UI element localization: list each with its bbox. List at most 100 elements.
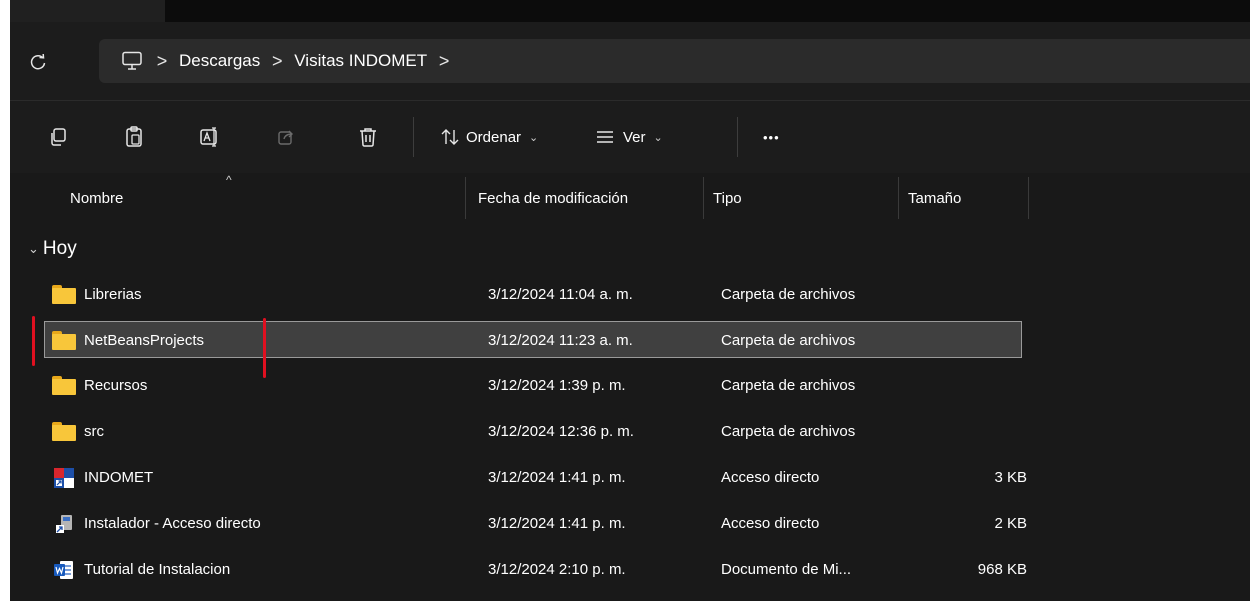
list-item[interactable]: Tutorial de Instalacion 3/12/2024 2:10 p… [44, 551, 1027, 588]
breadcrumb: > Descargas > Visitas INDOMET > [99, 39, 461, 83]
list-item[interactable]: src 3/12/2024 12:36 p. m. Carpeta de arc… [44, 413, 1022, 450]
file-date: 3/12/2024 12:36 p. m. [488, 423, 634, 440]
folder-icon [52, 422, 76, 442]
file-explorer-window: > Descargas > Visitas INDOMET > Ordenar … [10, 0, 1250, 601]
list-view-icon [597, 131, 613, 143]
file-date: 3/12/2024 2:10 p. m. [488, 561, 626, 578]
file-date: 3/12/2024 1:41 p. m. [488, 515, 626, 532]
column-header-row: ^ Nombre Fecha de modificación Tipo Tama… [10, 173, 1250, 229]
column-separator[interactable] [703, 177, 704, 219]
toolbar-divider [413, 117, 414, 157]
paste-button[interactable] [120, 123, 148, 151]
file-date: 3/12/2024 1:39 p. m. [488, 377, 626, 394]
refresh-icon [30, 53, 46, 70]
view-label: Ver [623, 128, 646, 146]
file-name: Librerias [84, 286, 142, 303]
list-item[interactable]: INDOMET 3/12/2024 1:41 p. m. Acceso dire… [44, 459, 1027, 496]
file-name: Recursos [84, 377, 148, 394]
list-item[interactable]: Instalador - Acceso directo 3/12/2024 1:… [44, 505, 1027, 542]
shortcut-app-icon [52, 467, 76, 488]
file-size [924, 276, 1027, 313]
file-name-cell: Tutorial de Instalacion [52, 551, 230, 588]
list-item-selected[interactable]: NetBeansProjects 3/12/2024 11:23 a. m. C… [44, 321, 1022, 358]
command-bar: Ordenar ⌄ Ver ⌄ ••• [10, 101, 1250, 173]
file-date: 3/12/2024 11:04 a. m. [488, 286, 633, 303]
delete-button[interactable] [354, 123, 382, 151]
breadcrumb-visitas-indomet[interactable]: Visitas INDOMET [294, 51, 427, 71]
copy-icon [51, 128, 66, 146]
this-pc-crumb[interactable] [119, 49, 145, 73]
rename-button[interactable] [196, 123, 224, 151]
paste-icon [126, 126, 142, 147]
chevron-down-icon: ⌄ [653, 131, 663, 144]
view-button[interactable]: Ver ⌄ [595, 121, 663, 153]
file-name-cell: Instalador - Acceso directo [52, 505, 261, 542]
title-strip [10, 0, 1250, 22]
file-name: Tutorial de Instalacion [84, 561, 231, 578]
copy-button[interactable] [44, 123, 72, 151]
more-options-button[interactable]: ••• [763, 121, 780, 153]
sort-arrows-icon [441, 129, 459, 145]
column-separator[interactable] [898, 177, 899, 219]
column-header-name[interactable]: Nombre [70, 173, 123, 223]
sort-button[interactable]: Ordenar ⌄ [440, 121, 538, 153]
breadcrumb-separator[interactable]: > [260, 51, 294, 72]
share-button[interactable] [272, 123, 300, 151]
column-header-type[interactable]: Tipo [713, 173, 742, 223]
group-header-today[interactable]: ⌄ Hoy [28, 234, 77, 264]
toolbar-divider [737, 117, 738, 157]
address-bar[interactable]: > Descargas > Visitas INDOMET > [99, 39, 1250, 83]
share-icon [278, 130, 293, 145]
word-document-icon [52, 560, 76, 580]
file-size [924, 367, 1027, 404]
breadcrumb-separator[interactable]: > [427, 51, 461, 72]
breadcrumb-descargas[interactable]: Descargas [179, 51, 260, 71]
installer-shortcut-icon [52, 514, 76, 534]
list-item[interactable]: Librerias 3/12/2024 11:04 a. m. Carpeta … [44, 276, 1022, 313]
file-type: Carpeta de archivos [721, 332, 856, 349]
file-size: 2 KB [994, 515, 1027, 532]
file-type: Carpeta de archivos [721, 286, 856, 303]
file-size [925, 322, 1028, 359]
annotation-mark-left [32, 316, 35, 366]
column-header-date[interactable]: Fecha de modificación [478, 173, 628, 223]
breadcrumb-separator[interactable]: > [145, 51, 179, 72]
trash-icon [360, 128, 376, 147]
refresh-button[interactable] [26, 50, 50, 74]
file-name-cell: NetBeansProjects [52, 322, 204, 359]
file-size [924, 413, 1027, 450]
folder-icon [52, 376, 76, 396]
folder-icon [52, 331, 76, 351]
file-name-cell: Recursos [52, 367, 147, 404]
rename-icon [200, 127, 217, 147]
file-name-cell: src [52, 413, 104, 450]
file-name: INDOMET [84, 469, 154, 486]
file-type: Documento de Mi... [721, 561, 852, 578]
column-separator[interactable] [465, 177, 466, 219]
chevron-down-icon: ⌄ [28, 241, 39, 256]
file-type: Carpeta de archivos [721, 377, 856, 394]
file-name: src [84, 423, 104, 440]
file-type: Acceso directo [721, 515, 820, 532]
navigation-row: > Descargas > Visitas INDOMET > [10, 22, 1250, 101]
column-separator[interactable] [1028, 177, 1029, 219]
sort-label: Ordenar [466, 128, 522, 146]
file-date: 3/12/2024 11:23 a. m. [488, 332, 633, 349]
chevron-down-icon: ⌄ [529, 131, 539, 144]
file-size: 968 KB [977, 561, 1027, 578]
file-name-cell: Librerias [52, 276, 142, 313]
column-header-size[interactable]: Tamaño [908, 173, 961, 223]
file-name-cell: INDOMET [52, 459, 153, 496]
group-label: Hoy [42, 238, 77, 259]
file-name: Instalador - Acceso directo [84, 515, 261, 532]
file-name: NetBeansProjects [84, 332, 205, 349]
file-type: Carpeta de archivos [721, 423, 856, 440]
tab-strip [165, 0, 1250, 22]
monitor-icon [122, 51, 142, 70]
annotation-mark-right [263, 318, 266, 378]
file-type: Acceso directo [721, 469, 820, 486]
list-item[interactable]: Recursos 3/12/2024 1:39 p. m. Carpeta de… [44, 367, 1022, 404]
sort-ascending-icon: ^ [226, 173, 232, 187]
file-date: 3/12/2024 1:41 p. m. [488, 469, 626, 486]
folder-icon [52, 285, 76, 305]
